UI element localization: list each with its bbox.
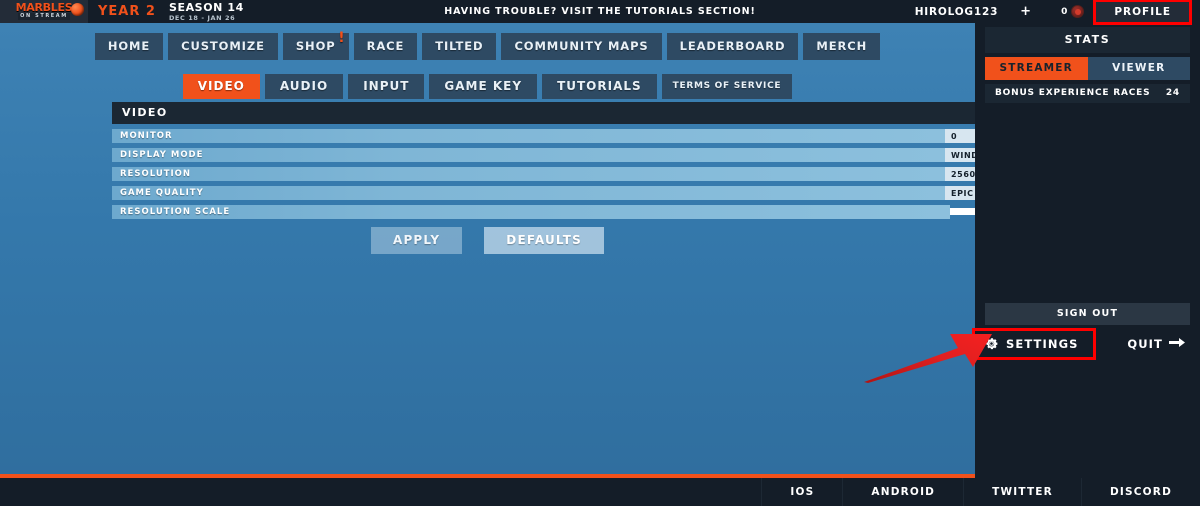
stats-sidebar: STATS STREAMER VIEWER BONUS EXPERIENCE RA… (972, 23, 1200, 478)
stats-row-label: BONUS EXPERIENCE RACES (995, 88, 1151, 98)
stats-tabs: STREAMER VIEWER (985, 57, 1190, 80)
top-bar: MARBLES ON STREAM YEAR 2 SEASON 14 DEC 1… (0, 0, 1200, 25)
tab-audio[interactable]: AUDIO (264, 74, 344, 99)
nav-item-label: MERCH (816, 39, 868, 53)
game-logo: MARBLES ON STREAM (0, 0, 88, 23)
setting-row: GAME QUALITY EPIC (112, 186, 1005, 200)
tab-input[interactable]: INPUT (348, 74, 425, 99)
currency-display: 0 (1041, 5, 1093, 18)
nav-item-label: HOME (107, 39, 151, 53)
marble-coin-icon (1071, 5, 1085, 18)
logo-title: MARBLES (15, 1, 73, 14)
stats-list: BONUS EXPERIENCE RACES 24 (985, 84, 1190, 103)
setting-label: DISPLAY MODE (120, 150, 204, 160)
stats-tab-streamer[interactable]: STREAMER (985, 57, 1088, 80)
stats-tab-viewer[interactable]: VIEWER (1087, 57, 1190, 80)
setting-row: MONITOR 0 (112, 129, 1005, 143)
bottom-link-ios[interactable]: IOS (761, 478, 842, 506)
setting-row: RESOLUTION2560X1440 (112, 167, 1008, 181)
setting-row: DISPLAY MODEWINDOWED (112, 148, 1009, 162)
currency-count: 0 (1061, 6, 1068, 17)
tab-video[interactable]: VIDEO (182, 74, 260, 99)
section-header-video: VIDEO (112, 102, 978, 124)
quit-button-label: QUIT (1127, 337, 1163, 351)
nav-item-race[interactable]: RACE (353, 33, 418, 60)
nav-item-label: SHOP (295, 39, 336, 53)
bottom-link-android[interactable]: ANDROID (842, 478, 963, 506)
username-label: HIROLOG123 (914, 5, 999, 18)
nav-item-label: CUSTOMIZE (181, 39, 265, 53)
setting-label-bar: RESOLUTION SCALE (112, 205, 950, 219)
bottom-bar: IOS ANDROID TWITTER DISCORD (0, 478, 1200, 506)
tab-tutorials[interactable]: TUTORIALS (542, 74, 657, 99)
nav-item-home[interactable]: HOME (94, 33, 164, 60)
stats-row-value: 24 (1165, 88, 1180, 98)
tab-game-key[interactable]: GAME KEY (429, 74, 538, 99)
nav-item-shop[interactable]: SHOP! (282, 30, 349, 60)
season-title: SEASON 14 (168, 0, 244, 14)
nav-item-label: COMMUNITY MAPS (514, 39, 649, 53)
settings-rows: MONITOR0 DISPLAY MODEWINDOWED RESOLUTION25… (112, 129, 1020, 219)
apply-button[interactable]: APPLY (370, 227, 463, 254)
settings-button[interactable]: SETTINGS (972, 328, 1096, 360)
season-block: SEASON 14 DEC 18 - JAN 26 (169, 2, 244, 22)
setting-label: RESOLUTION (120, 169, 192, 179)
season-dates: DEC 18 - JAN 26 (168, 13, 236, 22)
setting-label: RESOLUTION SCALE (120, 207, 231, 217)
sidebar-footer: SETTINGS QUIT (972, 326, 1200, 362)
settings-tab-bar: VIDEO AUDIO INPUT GAME KEY TUTORIALS TERMS OF… (0, 74, 975, 99)
setting-label: GAME QUALITY (120, 188, 204, 198)
profile-button[interactable]: PROFILE (1093, 0, 1192, 25)
settings-button-label: SETTINGS (1006, 336, 1079, 351)
tab-terms-of-service[interactable]: TERMS OF SERVICE (661, 74, 793, 99)
nav-item-label: RACE (366, 39, 405, 53)
main-navigation: HOME CUSTOMIZE SHOP! RACE TILTED COMMUNITY MA… (0, 30, 975, 60)
setting-row: RESOLUTION SCALE (112, 205, 1020, 219)
nav-item-leaderboard[interactable]: LEADERBOARD (666, 33, 799, 60)
nav-item-label: LEADERBOARD (679, 39, 786, 53)
settings-actions: APPLY DEFAULTS (0, 227, 975, 254)
defaults-button[interactable]: DEFAULTS (484, 227, 605, 254)
quit-button[interactable]: QUIT (1127, 337, 1186, 351)
stats-row: BONUS EXPERIENCE RACES 24 (985, 84, 1190, 103)
arrow-right-icon (1169, 337, 1186, 351)
bottom-link-twitter[interactable]: TWITTER (963, 478, 1081, 506)
top-right-group: HIROLOG123 + 0 PROFILE (914, 0, 1200, 25)
nav-item-community-maps[interactable]: COMMUNITY MAPS (501, 33, 662, 60)
setting-label-bar: MONITOR (112, 129, 950, 143)
stats-panel-title: STATS (985, 27, 1190, 53)
sign-out-button[interactable]: SIGN OUT (985, 303, 1190, 325)
nav-item-label: TILTED (435, 39, 484, 53)
setting-label: MONITOR (120, 131, 173, 141)
new-content-badge-icon: ! (338, 30, 346, 46)
logo-subtitle: ON STREAM (18, 13, 70, 20)
setting-label-bar: DISPLAY MODE (112, 148, 950, 162)
nav-item-customize[interactable]: CUSTOMIZE (168, 33, 278, 60)
add-currency-button[interactable]: + (1010, 0, 1041, 23)
marble-icon (71, 3, 84, 16)
gear-icon (984, 336, 999, 351)
game-menu-screen: MARBLES ON STREAM YEAR 2 SEASON 14 DEC 1… (0, 0, 1200, 506)
year-label: YEAR 2 (98, 4, 156, 19)
video-settings-panel: VIDEO MONITOR0 DISPLAY MODEWINDOWED RESOLU… (112, 102, 1020, 219)
bottom-link-discord[interactable]: DISCORD (1080, 478, 1200, 506)
nav-item-tilted[interactable]: TILTED (422, 33, 497, 60)
setting-label-bar: RESOLUTION (112, 167, 950, 181)
nav-item-merch[interactable]: MERCH (803, 33, 881, 60)
setting-label-bar: GAME QUALITY (112, 186, 950, 200)
